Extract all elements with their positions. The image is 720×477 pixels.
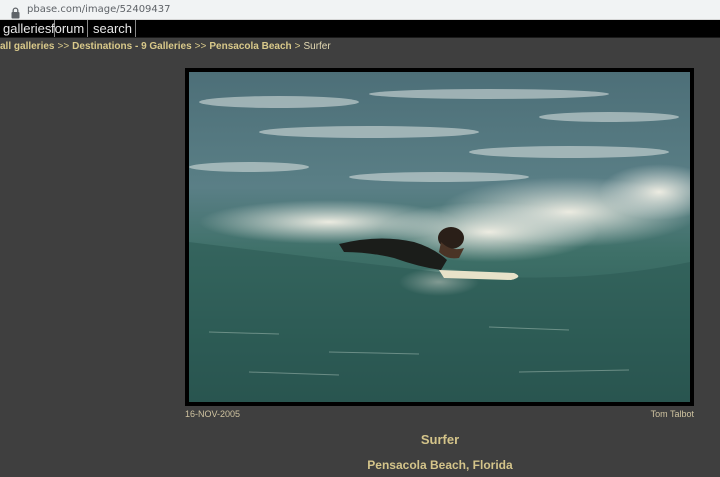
photo-date: 16-NOV-2005 [185,409,241,419]
breadcrumb: all galleries >> Destinations - 9 Gallerie… [0,41,331,53]
site-navbar: galleries forum search [0,20,720,38]
breadcrumb-pensacola-beach-link[interactable]: Pensacola Beach [209,41,291,52]
breadcrumb-separator: > [294,41,301,52]
surfer-photo[interactable] [189,72,719,402]
breadcrumb-current: Surfer [303,41,331,52]
surfer-photo-illustration [189,72,719,402]
photo-title: Surfer [420,432,460,447]
photo-caption: Pensacola Beach, Florida [367,458,513,472]
breadcrumb-destinations-link[interactable]: Destinations - 9 Galleries [72,41,192,52]
breadcrumb-all-galleries-link[interactable]: all galleries [0,41,54,52]
photo-frame [185,68,719,406]
nav-forum-link[interactable]: forum [48,20,89,37]
photo-author[interactable]: Tom Talbot [651,409,694,419]
browser-address-bar[interactable]: pbase.com/image/52409437 [0,0,720,20]
url-text[interactable]: pbase.com/image/52409437 [27,3,171,17]
breadcrumb-separator: >> [194,41,207,52]
breadcrumb-separator: >> [57,41,70,52]
lock-icon[interactable] [10,4,21,19]
nav-search-link[interactable]: search [90,20,137,37]
